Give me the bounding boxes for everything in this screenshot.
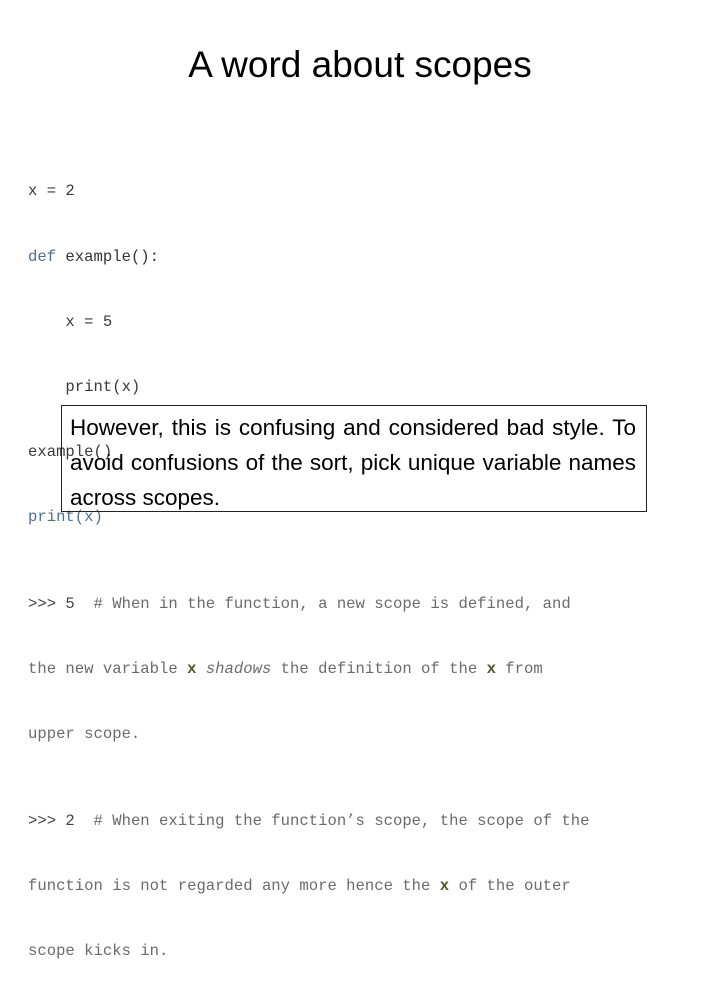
- comment-text: # When exiting the function’s scope, the…: [74, 811, 590, 830]
- comment-text: from: [495, 659, 543, 678]
- output-line: upper scope.: [28, 724, 141, 743]
- code-line: print(x): [28, 377, 141, 396]
- output-line: scope kicks in.: [28, 941, 169, 960]
- variable-x: x: [187, 659, 197, 678]
- output-line: >>> 5 # When in the function, a new scop…: [28, 594, 698, 616]
- output-prompt: >>> 5: [28, 594, 75, 613]
- comment-text: the definition of the: [271, 659, 487, 678]
- output-prompt: >>> 2: [28, 811, 75, 830]
- variable-x: x: [439, 876, 450, 895]
- code-line: x = 5: [28, 312, 113, 331]
- slide-title: A word about scopes: [188, 44, 532, 85]
- code-line: x = 2: [28, 182, 75, 201]
- code-block: x = 2 def example(): x = 5 print(x) exam…: [28, 138, 698, 984]
- comment-text: # When in the function, a new scope is d…: [74, 594, 571, 613]
- note-box: However, this is confusing and considere…: [61, 405, 647, 512]
- output-line: the new variable x shadows the definitio…: [28, 659, 698, 681]
- variable-x: x: [486, 659, 496, 678]
- output-line: >>> 2 # When exiting the function’s scop…: [28, 811, 698, 833]
- output-line: function is not regarded any more hence …: [28, 876, 698, 898]
- comment-text: function is not regarded any more hence …: [28, 876, 440, 895]
- emphasis-shadows: shadows: [205, 659, 272, 678]
- code-text: example():: [56, 247, 160, 266]
- keyword-def: def: [28, 247, 57, 266]
- code-line: def example():: [28, 247, 698, 269]
- comment-text: the new variable: [28, 659, 188, 678]
- comment-text: of the outer: [449, 876, 571, 895]
